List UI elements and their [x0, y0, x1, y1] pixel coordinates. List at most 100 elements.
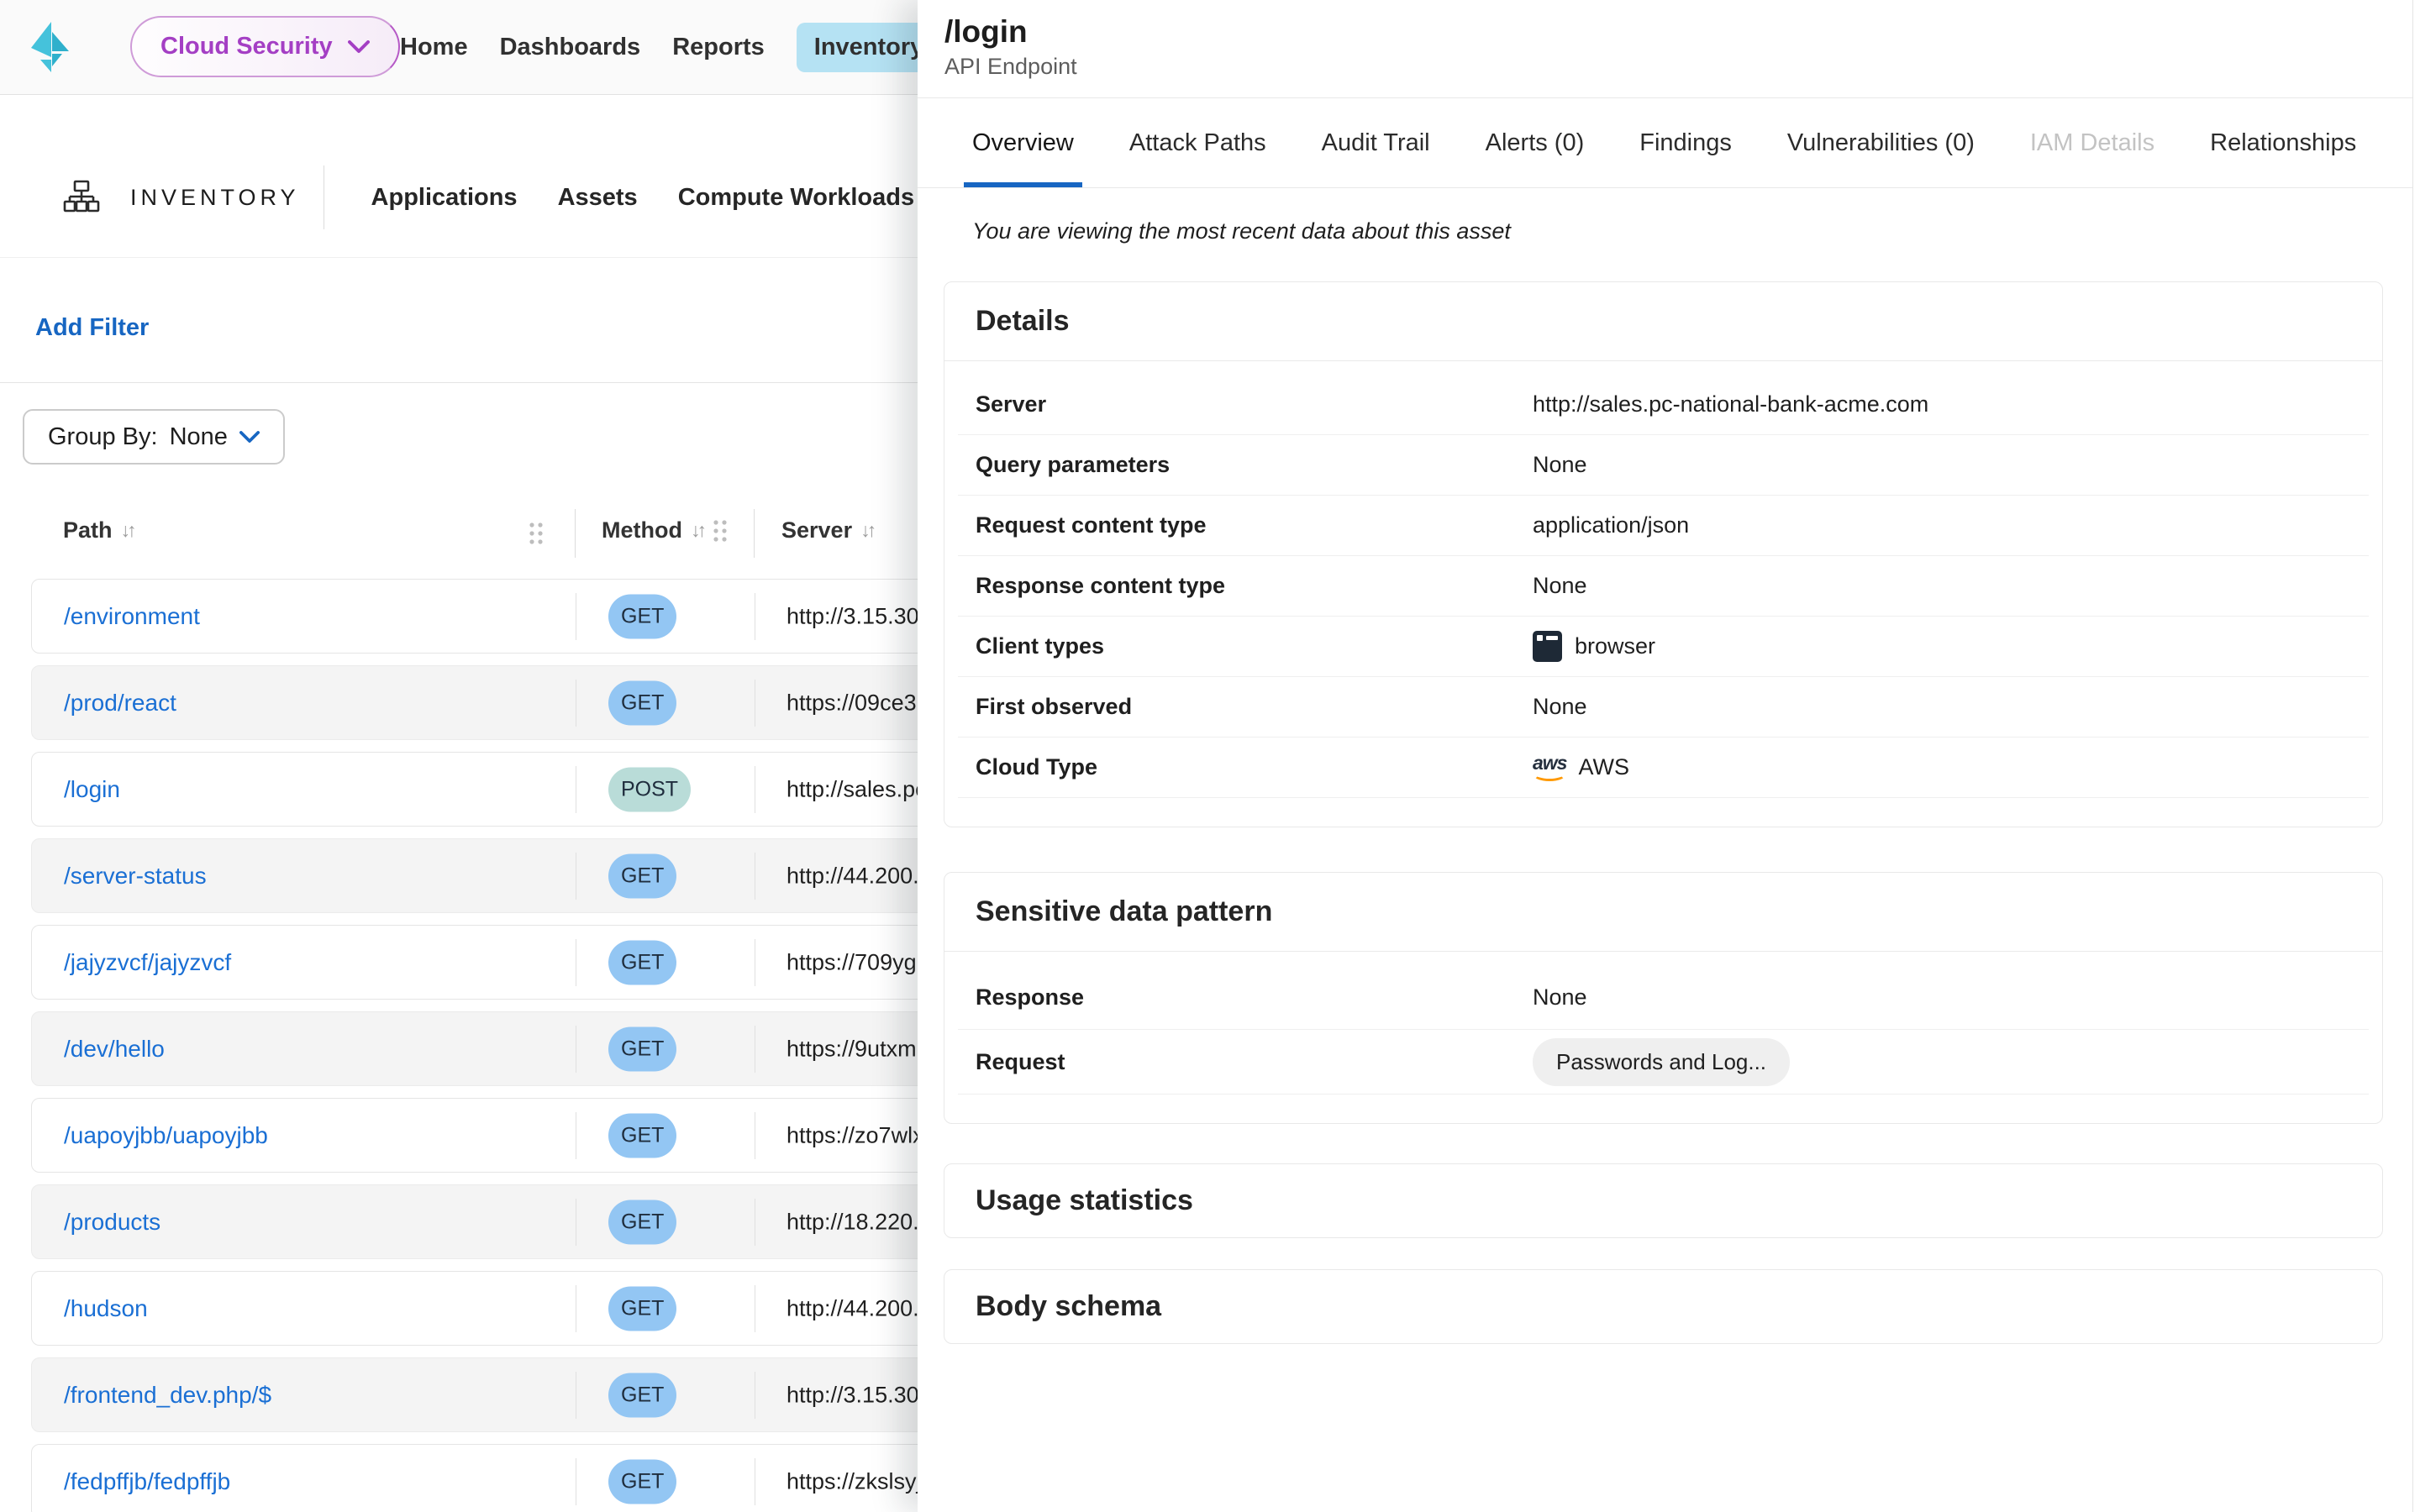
panel-tab-label: Relationships — [2210, 129, 2356, 157]
panel-tab-label: Findings — [1639, 129, 1732, 157]
chevron-down-icon — [348, 40, 370, 54]
subnav-item-label: Compute Workloads — [678, 184, 914, 211]
sort-icon[interactable]: ↓↑ — [121, 519, 134, 542]
detail-label: Client types — [976, 633, 1533, 659]
subnav-item[interactable]: Compute Workloads — [678, 184, 914, 212]
method-badge: GET — [608, 1373, 676, 1417]
top-nav-item-label: Home — [400, 34, 468, 60]
detail-row: Client types browser — [958, 617, 2369, 677]
drag-handle-icon[interactable] — [712, 518, 729, 543]
group-by-button[interactable]: Group By: None — [23, 409, 285, 465]
details-card: Details Server http://sales.pc-national-… — [944, 281, 2383, 827]
detail-label: Response content type — [976, 573, 1533, 599]
method-badge: GET — [608, 1200, 676, 1244]
product-switcher-button[interactable]: Cloud Security — [130, 16, 400, 77]
top-nav-item[interactable]: Home — [400, 23, 468, 72]
panel-tab[interactable]: Attack Paths — [1121, 98, 1275, 187]
detail-value-text: application/json — [1533, 512, 1689, 538]
column-label: Server — [781, 517, 852, 543]
method-badge: GET — [608, 680, 676, 725]
path-link[interactable]: /environment — [64, 603, 200, 630]
chevron-down-icon — [239, 431, 260, 444]
table-row[interactable]: /uapoyjbb/uapoyjbb GET https://zo7wlx — [31, 1098, 918, 1173]
table-row[interactable]: /dev/hello GET https://9utxm — [31, 1011, 918, 1086]
method-badge: GET — [608, 853, 676, 898]
table-row[interactable]: /prod/react GET https://09ce3 — [31, 665, 918, 740]
detail-value: browser — [1533, 631, 1655, 662]
recent-data-notice: You are viewing the most recent data abo… — [972, 218, 2420, 244]
table-row[interactable]: /frontend_dev.php/$ GET http://3.15.30 — [31, 1357, 918, 1432]
path-link[interactable]: /dev/hello — [64, 1036, 165, 1063]
detail-label: Server — [976, 391, 1533, 417]
top-nav-item[interactable]: Dashboards — [500, 23, 641, 72]
top-nav-item-label: Reports — [672, 34, 765, 60]
inventory-subnav: INVENTORY Applications Assets Compute Wo… — [63, 161, 1025, 234]
panel-tab-label: Audit Trail — [1322, 129, 1430, 157]
path-link[interactable]: /server-status — [64, 863, 207, 890]
table-header: Path ↓↑ Method ↓↑ Server ↓↑ — [0, 507, 918, 559]
table-row[interactable]: /fedpffjb/fedpffjb GET https://zkslsyj — [31, 1444, 918, 1512]
path-link[interactable]: /login — [64, 776, 120, 803]
top-nav-item-label: Dashboards — [500, 34, 641, 60]
panel-tab[interactable]: Alerts (0) — [1477, 98, 1593, 187]
column-label: Path — [63, 517, 113, 543]
detail-value: None — [1533, 452, 1587, 478]
detail-label: First observed — [976, 694, 1533, 720]
sitemap-icon — [63, 179, 100, 216]
column-header-path[interactable]: Path ↓↑ — [63, 517, 134, 543]
table-row[interactable]: /environment GET http://3.15.30 — [31, 579, 918, 654]
top-nav-item[interactable]: Reports — [672, 23, 765, 72]
detail-value-text: None — [1533, 984, 1587, 1011]
detail-value: None — [1533, 984, 1587, 1011]
product-switcher-label: Cloud Security — [160, 33, 333, 60]
server-value: https://9utxm — [786, 1036, 917, 1062]
group-by-label: Group By: — [48, 423, 158, 451]
prisma-logo-icon[interactable] — [30, 20, 71, 74]
table-row[interactable]: /hudson GET http://44.200. — [31, 1271, 918, 1346]
subnav-item[interactable]: Assets — [558, 184, 638, 212]
panel-tab[interactable]: Audit Trail — [1313, 98, 1439, 187]
server-value: http://44.200. — [786, 1295, 918, 1321]
panel-tab[interactable]: IAM Details — [2022, 98, 2163, 187]
table-row[interactable]: /products GET http://18.220. — [31, 1184, 918, 1259]
detail-value-text: None — [1533, 694, 1587, 720]
detail-row: Query parameters None — [958, 435, 2369, 496]
api-endpoint-list: /environment GET http://3.15.30 /prod/re… — [0, 579, 918, 1512]
path-link[interactable]: /products — [64, 1209, 160, 1236]
table-row[interactable]: /server-status GET http://44.200. — [31, 838, 918, 913]
subnav-item-label: Applications — [371, 184, 518, 211]
panel-tab[interactable]: Findings — [1631, 98, 1740, 187]
subnav-item[interactable]: Applications — [371, 184, 518, 212]
scrollbar-gutter[interactable] — [2412, 0, 2420, 1512]
usage-statistics-card[interactable]: Usage statistics — [944, 1163, 2383, 1238]
drag-handle-icon[interactable] — [528, 521, 544, 546]
panel-tab[interactable]: Relationships — [2202, 98, 2365, 187]
server-value: https://709yg — [786, 949, 917, 975]
detail-label: Request content type — [976, 512, 1533, 538]
path-link[interactable]: /prod/react — [64, 690, 176, 717]
path-link[interactable]: /uapoyjbb/uapoyjbb — [64, 1122, 268, 1149]
panel-header: /login API Endpoint — [918, 0, 2420, 98]
path-link[interactable]: /jajyzvcf/jajyzvcf — [64, 949, 231, 976]
path-link[interactable]: /fedpffjb/fedpffjb — [64, 1468, 230, 1495]
table-row[interactable]: /login POST http://sales.pc — [31, 752, 918, 827]
add-filter-link[interactable]: Add Filter — [35, 314, 149, 342]
details-rows: Server http://sales.pc-national-bank-acm… — [944, 361, 2382, 827]
path-link[interactable]: /frontend_dev.php/$ — [64, 1382, 271, 1409]
subnav-item-label: Assets — [558, 184, 638, 211]
body-schema-card[interactable]: Body schema — [944, 1269, 2383, 1344]
panel-tab[interactable]: Vulnerabilities (0) — [1779, 98, 1983, 187]
column-header-method[interactable]: Method ↓↑ — [602, 517, 729, 543]
sort-icon[interactable]: ↓↑ — [691, 519, 703, 542]
column-header-server[interactable]: Server ↓↑ — [781, 517, 873, 543]
panel-tab-label: Alerts (0) — [1486, 129, 1585, 157]
path-link[interactable]: /hudson — [64, 1295, 148, 1322]
server-value: http://sales.pc — [786, 776, 918, 802]
table-row[interactable]: /jajyzvcf/jajyzvcf GET https://709yg — [31, 925, 918, 1000]
detail-row: Cloud Type AWS — [958, 738, 2369, 798]
panel-tab[interactable]: Overview — [964, 98, 1082, 187]
sort-icon[interactable]: ↓↑ — [860, 519, 873, 542]
panel-tab-label: Overview — [972, 129, 1074, 157]
method-badge: GET — [608, 1459, 676, 1504]
detail-label: Response — [976, 984, 1533, 1011]
